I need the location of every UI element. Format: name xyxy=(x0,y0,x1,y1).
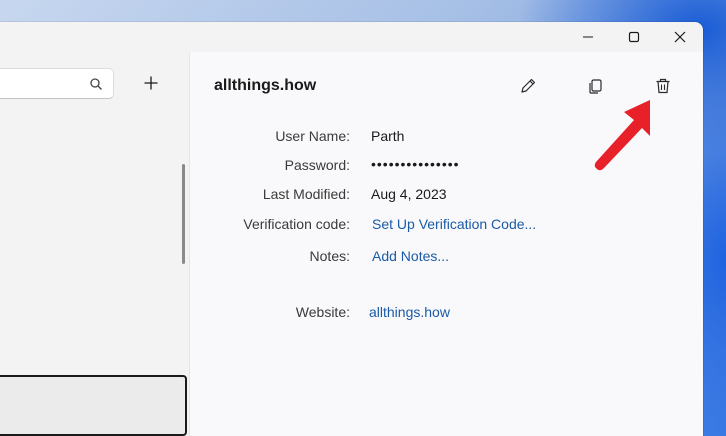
list-item-selected[interactable] xyxy=(0,375,187,436)
pencil-icon xyxy=(521,78,536,93)
search-icon[interactable] xyxy=(89,77,103,91)
user-name-label: User Name: xyxy=(275,128,350,144)
plus-icon xyxy=(144,76,158,90)
entries-pane xyxy=(0,52,189,436)
title-bar xyxy=(0,22,703,52)
passwords-window: allthings.how User Name: Parth Password:… xyxy=(0,22,703,436)
scrollbar-thumb[interactable] xyxy=(182,164,185,264)
copy-button[interactable] xyxy=(581,72,609,100)
copy-icon xyxy=(589,79,602,94)
search-box[interactable] xyxy=(0,68,114,99)
password-label: Password: xyxy=(284,157,350,173)
website-label: Website: xyxy=(295,304,350,320)
add-entry-button[interactable] xyxy=(138,70,164,96)
notes-label: Notes: xyxy=(309,248,350,264)
search-input[interactable] xyxy=(5,75,89,95)
close-icon xyxy=(674,31,686,43)
delete-button[interactable] xyxy=(649,72,677,100)
password-value[interactable]: ••••••••••••••• xyxy=(371,156,460,172)
add-notes-link[interactable]: Add Notes... xyxy=(372,248,449,264)
maximize-button[interactable] xyxy=(611,22,657,52)
setup-verification-link[interactable]: Set Up Verification Code... xyxy=(372,216,536,232)
website-link[interactable]: allthings.how xyxy=(369,304,450,320)
last-modified-label: Last Modified: xyxy=(262,186,350,202)
maximize-icon xyxy=(628,31,640,43)
minimize-button[interactable] xyxy=(565,22,611,52)
edit-button[interactable] xyxy=(514,72,542,100)
minimize-icon xyxy=(583,36,593,38)
trash-icon xyxy=(656,78,670,94)
entry-title: allthings.how xyxy=(214,77,317,94)
user-name-value[interactable]: Parth xyxy=(371,128,404,144)
close-button[interactable] xyxy=(657,22,703,52)
annotation-arrow xyxy=(594,100,650,171)
last-modified-value: Aug 4, 2023 xyxy=(371,186,447,202)
verification-code-label: Verification code: xyxy=(243,216,350,232)
